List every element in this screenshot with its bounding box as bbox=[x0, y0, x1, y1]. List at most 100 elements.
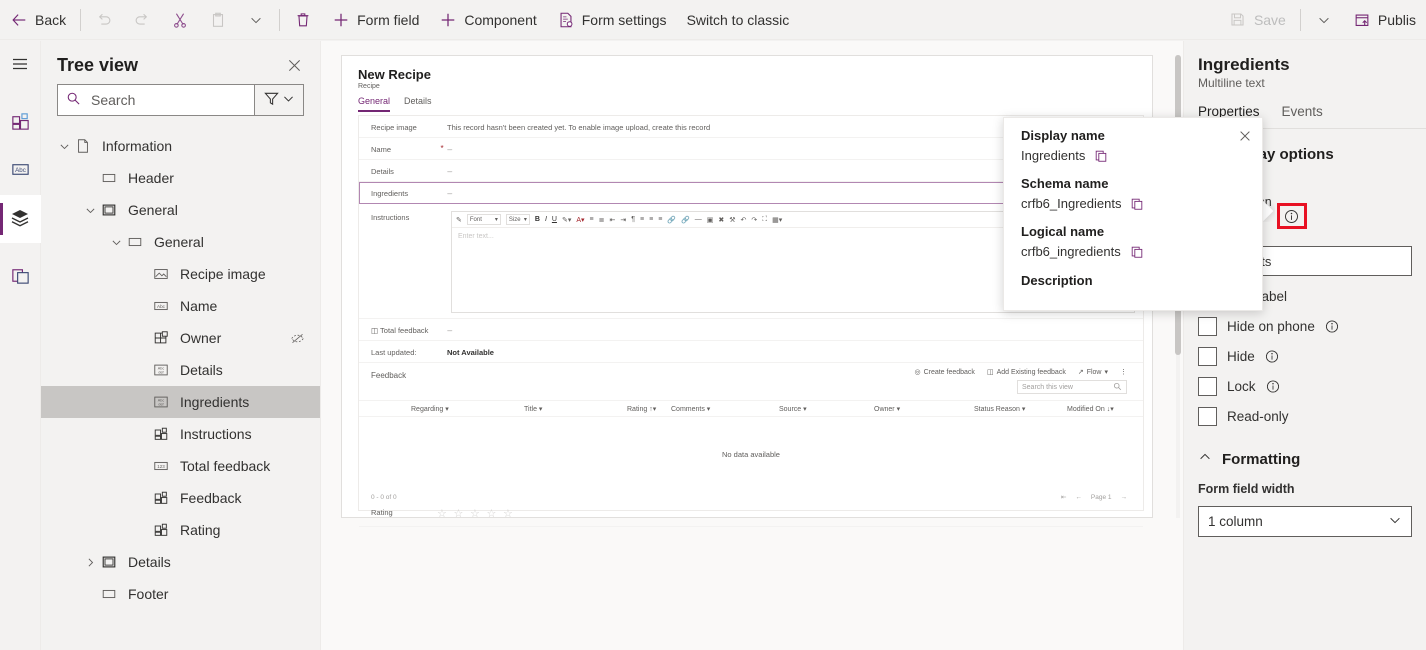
star-icon[interactable]: ☆ bbox=[487, 508, 497, 520]
italic-button[interactable]: I bbox=[545, 216, 547, 223]
font-size-select[interactable]: Size ▾ bbox=[505, 214, 530, 225]
align-center-icon[interactable]: ≡ bbox=[649, 216, 653, 223]
tree-node-details[interactable]: Abc def Details bbox=[41, 354, 320, 386]
insert-table-icon[interactable]: ▦▾ bbox=[772, 216, 782, 224]
star-icon[interactable]: ☆ bbox=[470, 508, 480, 520]
tab-events[interactable]: Events bbox=[1282, 104, 1323, 128]
save-options-button[interactable] bbox=[1305, 0, 1343, 40]
column-info-icon[interactable] bbox=[1284, 209, 1299, 224]
copy-icon[interactable] bbox=[1130, 197, 1144, 211]
form-tab-general[interactable]: General bbox=[358, 96, 391, 112]
chevron-down-icon[interactable] bbox=[55, 137, 73, 155]
redo-button[interactable] bbox=[123, 0, 161, 40]
tree-node-rating[interactable]: Rating bbox=[41, 514, 320, 546]
rail-item-fields[interactable]: Abc bbox=[0, 147, 41, 195]
search-box[interactable] bbox=[57, 84, 256, 116]
tree-node-feedback[interactable]: Feedback bbox=[41, 482, 320, 514]
copy-icon[interactable] bbox=[1130, 245, 1144, 259]
decrease-indent-icon[interactable]: ⇤ bbox=[610, 216, 616, 224]
save-button[interactable]: Save bbox=[1219, 0, 1296, 40]
checkbox-box[interactable] bbox=[1198, 317, 1217, 336]
form-row-last-updated[interactable]: Last updated: Not Available bbox=[359, 341, 1143, 363]
tree-node-details[interactable]: Details bbox=[41, 546, 320, 578]
align-right-icon[interactable]: ≡ bbox=[658, 216, 662, 223]
tree-node-general[interactable]: General bbox=[41, 194, 320, 226]
rail-item-form-libraries[interactable] bbox=[0, 253, 41, 301]
rating-stars[interactable]: ☆ ☆ ☆ ☆ ☆ bbox=[437, 505, 516, 520]
tree-node-ingredients[interactable]: Abc def Ingredients bbox=[41, 386, 320, 418]
checkbox-box[interactable] bbox=[1198, 347, 1217, 366]
numbered-list-icon[interactable]: ≣ bbox=[599, 216, 605, 224]
font-family-select[interactable]: Font ▾ bbox=[466, 214, 501, 225]
checkbox-read-only[interactable]: Read-only bbox=[1184, 396, 1426, 426]
star-icon[interactable]: ☆ bbox=[454, 508, 464, 520]
paste-button[interactable] bbox=[199, 0, 237, 40]
bold-button[interactable]: B bbox=[535, 216, 540, 223]
previous-page-icon[interactable]: ← bbox=[1075, 494, 1082, 501]
grid-col-title[interactable]: Title ▾ bbox=[520, 405, 623, 413]
tree-node-total-feedback[interactable]: 123 Total feedback bbox=[41, 450, 320, 482]
info-icon[interactable] bbox=[1266, 380, 1280, 394]
clear-format-icon[interactable]: ✖ bbox=[718, 216, 724, 224]
form-field-width-select[interactable]: 1 column bbox=[1198, 506, 1412, 537]
rail-item-components[interactable] bbox=[0, 99, 41, 147]
checkbox-box[interactable] bbox=[1198, 377, 1217, 396]
grid-col-owner[interactable]: Owner ▾ bbox=[870, 405, 970, 413]
tree-node-footer[interactable]: Footer bbox=[41, 578, 320, 610]
copy-icon[interactable] bbox=[1094, 149, 1108, 163]
remove-link-icon[interactable]: 🔗 bbox=[681, 216, 690, 224]
form-settings-button[interactable]: Form settings bbox=[547, 0, 677, 40]
ltr-icon[interactable]: ¶ bbox=[631, 216, 635, 223]
tree-node-name[interactable]: Abc Name bbox=[41, 290, 320, 322]
add-existing-feedback-button[interactable]: ◫ Add Existing feedback bbox=[987, 368, 1066, 377]
grid-col-source[interactable]: Source ▾ bbox=[775, 405, 870, 413]
chevron-down-icon[interactable] bbox=[81, 201, 99, 219]
checkbox-lock[interactable]: Lock bbox=[1184, 366, 1426, 396]
checkbox-box[interactable] bbox=[1198, 407, 1217, 426]
grid-col-regarding[interactable]: Regarding ▾ bbox=[407, 405, 520, 413]
tree-node-information[interactable]: Information bbox=[41, 130, 320, 162]
delete-button[interactable] bbox=[284, 0, 322, 40]
form-row-rating[interactable]: Rating ☆ ☆ ☆ ☆ ☆ bbox=[359, 501, 1143, 527]
undo-button[interactable] bbox=[85, 0, 123, 40]
next-page-icon[interactable]: → bbox=[1121, 494, 1128, 501]
back-button[interactable]: Back bbox=[0, 0, 76, 40]
tree-node-general[interactable]: General bbox=[41, 226, 320, 258]
fullscreen-icon[interactable]: ⛶ bbox=[762, 216, 767, 224]
hamburger-menu-button[interactable] bbox=[0, 41, 41, 89]
align-left-icon[interactable]: ≡ bbox=[640, 216, 644, 223]
highlight-color-icon[interactable]: ✎▾ bbox=[562, 216, 571, 224]
insert-image-icon[interactable]: ▣ bbox=[707, 216, 714, 224]
tree-node-header[interactable]: Header bbox=[41, 162, 320, 194]
chevron-down-icon[interactable] bbox=[107, 233, 125, 251]
component-button[interactable]: Component bbox=[429, 0, 546, 40]
star-icon[interactable]: ☆ bbox=[503, 508, 513, 520]
paste-options-button[interactable] bbox=[237, 0, 275, 40]
increase-indent-icon[interactable]: ⇥ bbox=[620, 216, 626, 224]
undo-icon[interactable]: ↶ bbox=[741, 216, 747, 224]
form-tab-details[interactable]: Details bbox=[404, 96, 432, 112]
formatting-section-header[interactable]: Formatting bbox=[1184, 426, 1426, 468]
checkbox-hide[interactable]: Hide bbox=[1184, 336, 1426, 366]
info-icon[interactable] bbox=[1265, 350, 1279, 364]
switch-to-classic-button[interactable]: Switch to classic bbox=[677, 0, 800, 40]
tree-node-recipe-image[interactable]: Recipe image bbox=[41, 258, 320, 290]
grid-col-status-reason[interactable]: Status Reason ▾ bbox=[970, 405, 1063, 413]
chevron-right-icon[interactable] bbox=[81, 553, 99, 571]
subgrid-search-input[interactable]: Search this view bbox=[1017, 380, 1127, 394]
rail-item-tree-view[interactable] bbox=[0, 195, 41, 243]
star-icon[interactable]: ☆ bbox=[437, 508, 447, 520]
overflow-menu-button[interactable]: ⋮ bbox=[1120, 368, 1127, 376]
tree-node-instructions[interactable]: Instructions bbox=[41, 418, 320, 450]
format-painter-icon[interactable]: ✎ bbox=[456, 216, 462, 224]
close-icon[interactable] bbox=[1236, 127, 1254, 145]
flow-button[interactable]: ↗ Flow ▾ bbox=[1078, 368, 1108, 377]
tree-node-owner[interactable]: Owner bbox=[41, 322, 320, 354]
close-icon[interactable] bbox=[284, 56, 304, 76]
grid-col-comments[interactable]: Comments ▾ bbox=[667, 405, 775, 413]
filter-button[interactable] bbox=[255, 84, 304, 116]
font-color-icon[interactable]: A▾ bbox=[576, 216, 584, 224]
spellcheck-icon[interactable]: ⚒ bbox=[729, 216, 735, 224]
form-row-total-feedback[interactable]: ◫ Total feedback --- bbox=[359, 319, 1143, 341]
grid-col-modified-on[interactable]: Modified On ↓▾ bbox=[1063, 405, 1114, 413]
